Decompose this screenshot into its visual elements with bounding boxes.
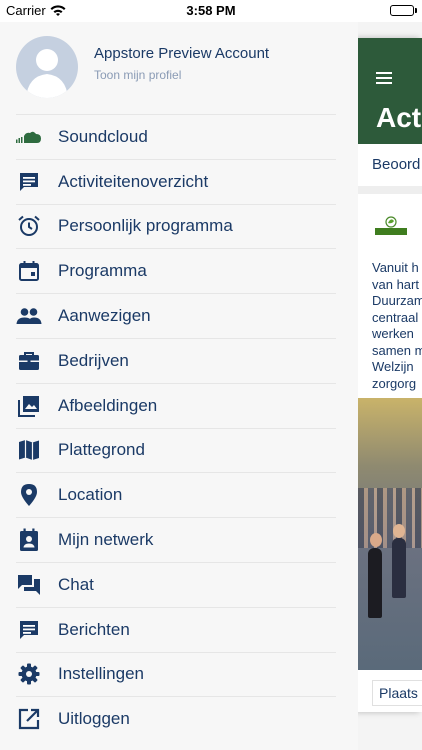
images-icon (16, 393, 42, 419)
hamburger-menu-icon[interactable] (376, 71, 392, 89)
menu-item-plattegrond[interactable]: Plattegrond (16, 427, 336, 473)
message-text-icon (16, 617, 42, 643)
alarm-clock-icon (16, 213, 42, 239)
calendar-icon (16, 258, 42, 284)
menu-item-label: Plattegrond (58, 440, 145, 460)
menu-item-afbeeldingen[interactable]: Afbeeldingen (16, 382, 336, 428)
panel-tab[interactable]: Beoord (372, 156, 420, 173)
post-button[interactable]: Plaats (372, 680, 422, 706)
menu-item-label: Instellingen (58, 664, 145, 684)
panel-divider (358, 186, 422, 194)
external-link-icon (16, 706, 42, 732)
panel-header: Act (358, 38, 422, 144)
menu-item-label: Berichten (58, 619, 130, 639)
navigation-drawer: Appstore Preview Account Toon mijn profi… (0, 22, 358, 750)
profile-name: Appstore Preview Account (94, 45, 270, 62)
menu-item-label: Uitloggen (58, 709, 130, 729)
menu-item-label: Location (58, 485, 123, 505)
map-icon (16, 437, 42, 463)
menu-item-label: Chat (58, 574, 94, 594)
menu-item-label: Afbeeldingen (58, 395, 158, 415)
panel-title: Act (376, 102, 422, 133)
menu-item-label: Soundcloud (58, 126, 148, 146)
panel-description: Vanuit h van hart Duurzam centraal werke… (372, 260, 422, 391)
gear-icon (16, 661, 42, 687)
menu-item-instellingen[interactable]: Instellingen (16, 651, 336, 697)
menu-item-label: Aanwezigen (58, 306, 151, 326)
soundcloud-icon (16, 124, 42, 150)
menu-item-activiteitenoverzicht[interactable]: Activiteitenoverzicht (16, 158, 336, 204)
briefcase-icon (16, 348, 42, 374)
event-photo (358, 398, 422, 670)
menu-item-bedrijven[interactable]: Bedrijven (16, 337, 336, 383)
clock: 3:58 PM (186, 3, 236, 18)
content-panel[interactable]: Act Beoord Vanuit h van hart Duurzam cen… (358, 38, 422, 712)
menu-item-label: Bedrijven (58, 350, 129, 370)
drawer-menu: Soundcloud Activiteitenoverzicht Persoon… (0, 114, 358, 741)
battery-icon (390, 5, 414, 16)
chat-icon (16, 572, 42, 598)
menu-item-soundcloud[interactable]: Soundcloud (16, 114, 336, 159)
green-deal-logo (374, 216, 408, 236)
avatar[interactable] (16, 36, 78, 98)
menu-item-aanwezigen[interactable]: Aanwezigen (16, 293, 336, 338)
menu-item-label: Persoonlijk programma (58, 216, 233, 236)
status-bar: Carrier 3:58 PM (0, 0, 422, 22)
people-icon (16, 303, 42, 329)
menu-item-chat[interactable]: Chat (16, 561, 336, 607)
message-icon (16, 169, 42, 195)
view-profile-link[interactable]: Toon mijn profiel (94, 68, 181, 82)
menu-item-berichten[interactable]: Berichten (16, 606, 336, 652)
menu-item-label: Mijn netwerk (58, 530, 154, 550)
location-pin-icon (16, 482, 42, 508)
contact-book-icon (16, 527, 42, 553)
menu-item-programma[interactable]: Programma (16, 248, 336, 293)
menu-item-location[interactable]: Location (16, 472, 336, 517)
menu-item-persoonlijk-programma[interactable]: Persoonlijk programma (16, 203, 336, 249)
menu-item-label: Activiteitenoverzicht (58, 171, 209, 191)
profile-header[interactable]: Appstore Preview Account Toon mijn profi… (0, 22, 358, 114)
menu-item-uitloggen[interactable]: Uitloggen (16, 696, 336, 741)
menu-item-mijn-netwerk[interactable]: Mijn netwerk (16, 517, 336, 562)
menu-item-label: Programma (58, 261, 147, 281)
